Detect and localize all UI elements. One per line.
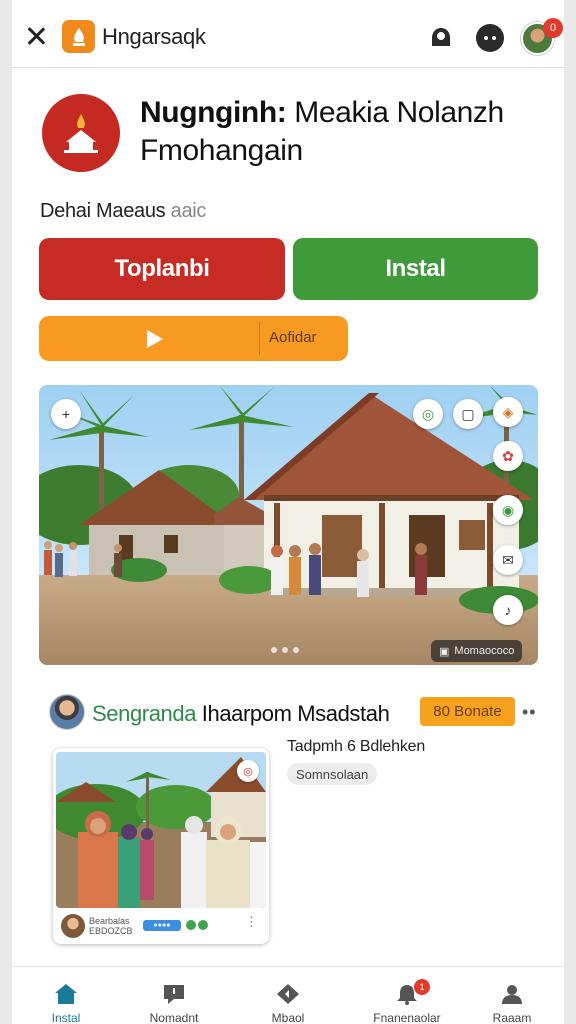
bottom-nav: Instal Nomadnt Mbaol 1 Fnanenaolar Raaam	[12, 966, 564, 1024]
badge-glyph: ✉	[502, 551, 514, 568]
post-author-name-rest: Ihaarpom Msadstah	[196, 701, 390, 726]
install-button[interactable]: Instal	[293, 238, 538, 300]
post-chip[interactable]: Somnsolaan	[287, 763, 378, 785]
developer-line[interactable]: Dehai Maeaus aaic	[40, 200, 206, 223]
nav-label: Fnanenaolar	[373, 1011, 441, 1024]
chat-icon[interactable]	[476, 24, 504, 52]
screenshot-badge-icon[interactable]: ◎	[413, 399, 443, 429]
card-more-icon[interactable]: ⋮	[245, 914, 258, 930]
status-dot	[198, 920, 208, 930]
badge-glyph: +	[61, 406, 71, 422]
post-author-avatar[interactable]	[49, 694, 85, 730]
screenshot-tag-icon[interactable]: +	[51, 399, 81, 429]
card-chip: ●●●●	[143, 920, 181, 931]
header-app-name: Hngarsaqk	[102, 24, 206, 49]
screenshot-badge-icon[interactable]: ▢	[453, 399, 483, 429]
profile-icon	[502, 985, 522, 1004]
developer-name: Dehai Maeaus	[40, 200, 166, 222]
app-mini-logo	[62, 20, 95, 53]
app-logo	[42, 94, 120, 172]
card-author-avatar	[61, 914, 85, 938]
screenshot-badge-icon[interactable]: ✉	[493, 545, 523, 575]
nav-item-notifications[interactable]: 1 Fnanenaolar	[362, 967, 452, 1024]
carousel-dot[interactable]	[271, 647, 277, 653]
app-title: Nugnginh: Meakia Nolanzh Fmohangain	[140, 94, 550, 170]
badge-glyph: ✿	[502, 447, 514, 464]
post-card[interactable]: ◎ Bearbalas EBDOZCB ●●●● ⋮	[53, 748, 269, 944]
play-icon	[147, 330, 163, 348]
badge-glyph: ▢	[461, 405, 475, 422]
post-card-image	[56, 752, 266, 908]
card-footer-text: Bearbalas EBDOZCB	[89, 916, 133, 936]
trailer-divider	[259, 322, 260, 355]
nav-item-messages[interactable]: Nomadnt	[129, 967, 219, 1024]
diamond-icon	[277, 984, 299, 1004]
nav-label: Nomadnt	[149, 1011, 199, 1024]
nav-label: Instal	[51, 1011, 81, 1024]
nav-item-profile[interactable]: Raaam	[467, 967, 557, 1024]
screenshot-badge-icon[interactable]: ◈	[493, 397, 523, 427]
status-dot	[186, 920, 196, 930]
account-icon[interactable]	[427, 24, 455, 52]
primary-action-button[interactable]: Toplanbi	[39, 238, 285, 300]
top-bar: Hngarsaqk 0	[12, 6, 564, 68]
badge-glyph: ◎	[421, 405, 435, 422]
nav-label: Raaam	[492, 1011, 532, 1024]
post-author-name-colored: Sengranda	[92, 701, 197, 726]
nav-label: Mbaol	[271, 1011, 305, 1024]
close-icon[interactable]	[24, 24, 48, 48]
nav-notification-badge: 1	[414, 979, 430, 995]
trailer-label: Aofidar	[269, 329, 317, 346]
post-subtitle: Tadpmh 6 Bdlehken	[287, 738, 426, 755]
trailer-button[interactable]: Aofidar	[39, 316, 348, 361]
nav-item-home[interactable]: Instal	[21, 967, 111, 1024]
post-author-name[interactable]: Sengranda Ihaarpom Msadstah	[92, 701, 390, 727]
home-icon	[55, 984, 77, 1004]
notification-badge: 0	[543, 18, 563, 38]
carousel-dots[interactable]	[271, 647, 299, 653]
app-page: Hngarsaqk 0 Nugnginh: Meakia Nolanzh Fmo…	[12, 0, 564, 1024]
badge-glyph: ◉	[501, 501, 515, 518]
app-screenshot[interactable]: + ◎ ▢ ◈ ✿ ◉ ✉ ♪ ▣ Momaococo	[39, 385, 538, 665]
screenshot-label[interactable]: ▣ Momaococo	[431, 640, 523, 662]
badge-glyph: ◈	[502, 403, 514, 420]
more-options-icon[interactable]: ••	[522, 702, 537, 723]
carousel-dot[interactable]	[282, 647, 288, 653]
message-icon	[164, 985, 184, 1004]
app-title-bold: Nugnginh:	[140, 96, 287, 129]
card-footer: Bearbalas EBDOZCB ●●●● ⋮	[61, 914, 261, 938]
card-badge-icon[interactable]: ◎	[237, 760, 259, 782]
screenshot-badge-icon[interactable]: ♪	[493, 595, 523, 625]
carousel-dot[interactable]	[293, 647, 299, 653]
screenshot-badge-icon[interactable]: ✿	[493, 441, 523, 471]
badge-glyph: ♪	[504, 602, 512, 618]
screenshot-label-text: Momaococo	[454, 645, 515, 657]
screenshot-badge-icon[interactable]: ◉	[493, 495, 523, 525]
developer-suffix: aaic	[165, 200, 207, 222]
image-icon: ▣	[439, 645, 450, 658]
nav-item-explore[interactable]: Mbaol	[243, 967, 333, 1024]
post-follow-button[interactable]: 80 Bonate	[420, 697, 515, 726]
